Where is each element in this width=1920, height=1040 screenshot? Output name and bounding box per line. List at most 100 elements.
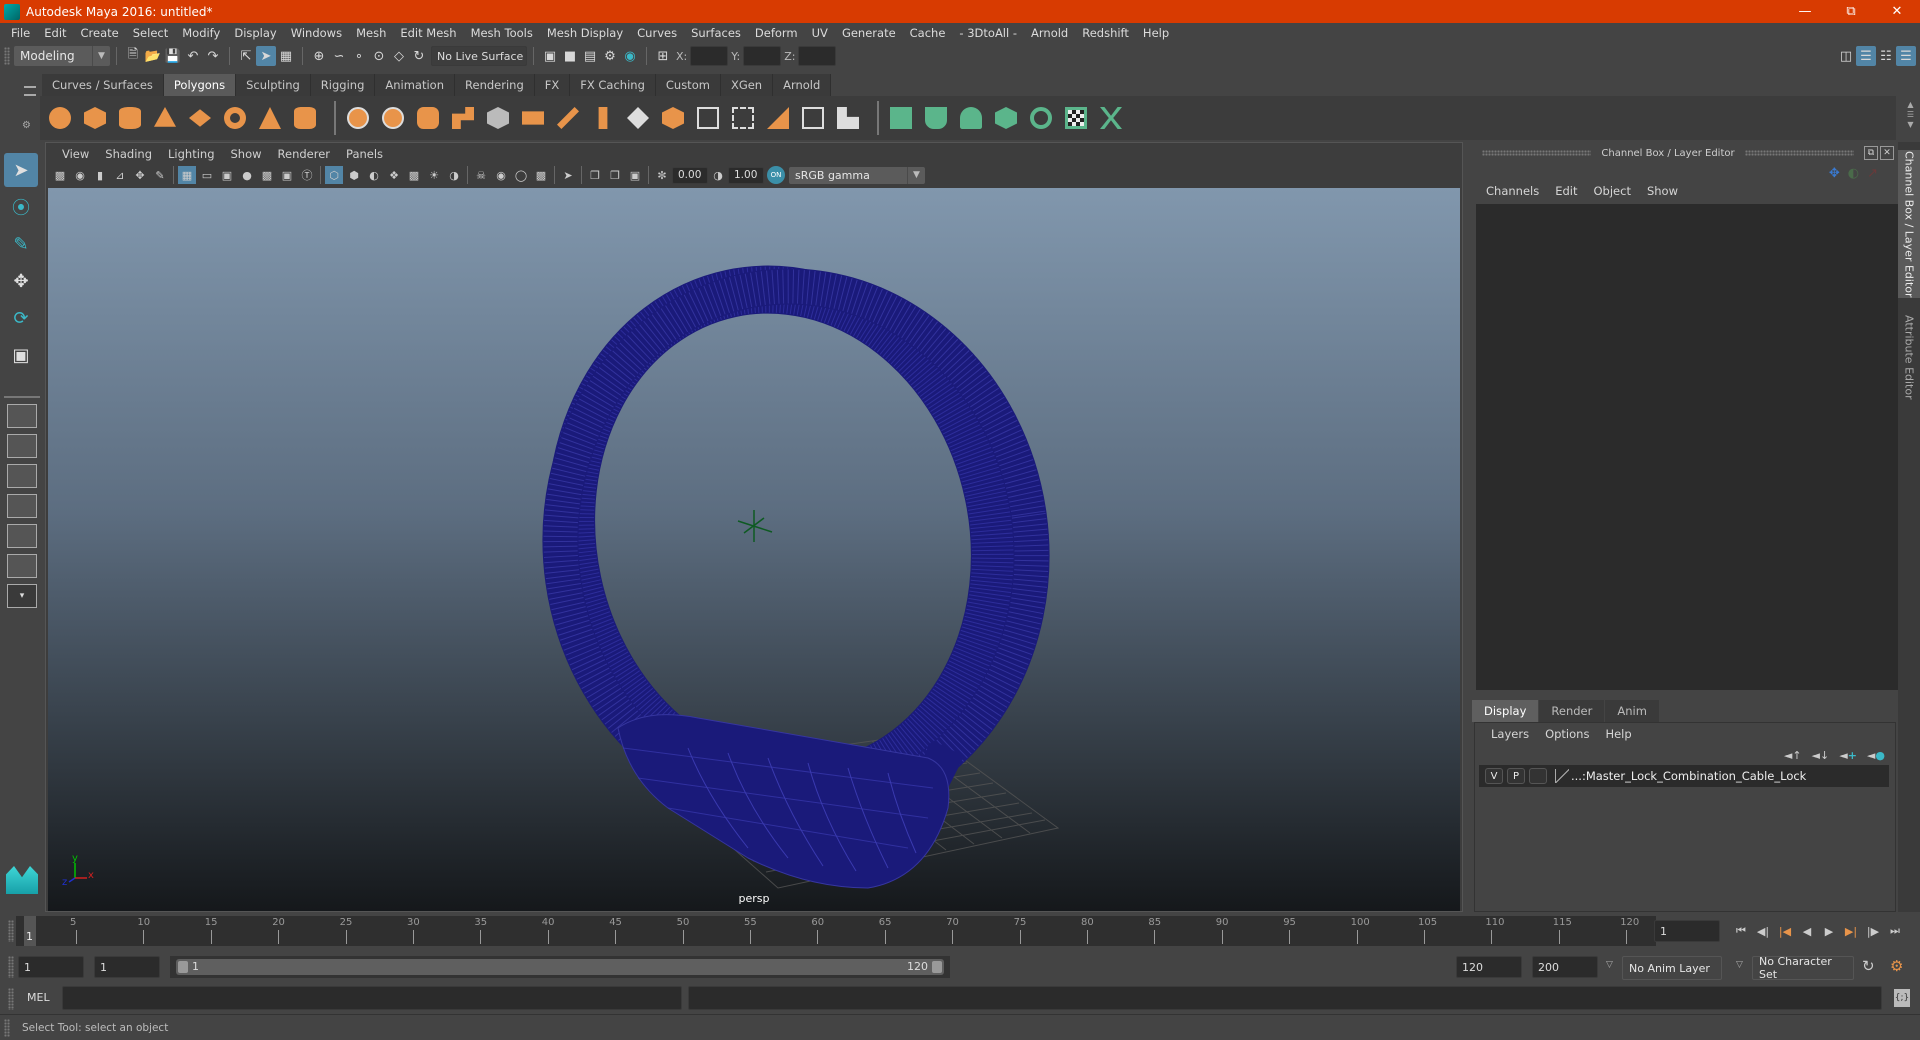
automatic-mapping-icon[interactable] bbox=[992, 104, 1020, 132]
range-slider-grip[interactable] bbox=[8, 956, 14, 978]
ipr-render-icon[interactable]: ▤ bbox=[580, 46, 600, 66]
anti-aliasing-icon[interactable]: ◯ bbox=[512, 166, 530, 184]
bookmark-icon[interactable]: ▮ bbox=[91, 166, 109, 184]
shelf-tab-rigging[interactable]: Rigging bbox=[310, 74, 376, 96]
mel-command-input[interactable] bbox=[62, 986, 682, 1010]
shelf-tab-custom[interactable]: Custom bbox=[655, 74, 721, 96]
poly-torus-icon[interactable] bbox=[221, 104, 249, 132]
gate-mask-icon[interactable]: ● bbox=[238, 166, 256, 184]
snap-view-plane-icon[interactable]: ◇ bbox=[389, 46, 409, 66]
layer-menu-help[interactable]: Help bbox=[1597, 727, 1639, 741]
perspective-viewport[interactable]: y x z persp bbox=[48, 188, 1460, 911]
select-camera-icon[interactable]: ▩ bbox=[51, 166, 69, 184]
menu-curves[interactable]: Curves bbox=[630, 26, 684, 40]
rotate-tool-icon[interactable]: ⟳ bbox=[4, 301, 38, 335]
shelf-scroll-down-icon[interactable]: ▼ bbox=[1907, 120, 1914, 130]
channel-box-toggle-icon[interactable]: ☰ bbox=[1896, 46, 1916, 66]
wireframe-on-shaded-icon[interactable]: ◐ bbox=[365, 166, 383, 184]
menu-mesh-tools[interactable]: Mesh Tools bbox=[464, 26, 540, 40]
safe-action-icon[interactable]: ▣ bbox=[278, 166, 296, 184]
smooth-shade-icon[interactable]: ⬢ bbox=[345, 166, 363, 184]
side-tab-channel-box[interactable]: Channel Box / Layer Editor bbox=[1898, 150, 1920, 298]
hypershade-icon[interactable]: ◉ bbox=[620, 46, 640, 66]
shelf-tab-fx[interactable]: FX bbox=[534, 74, 571, 96]
attribute-editor-toggle-icon[interactable]: ☰ bbox=[1856, 46, 1876, 66]
layer-menu-options[interactable]: Options bbox=[1537, 727, 1597, 741]
exposure-icon[interactable]: ✼ bbox=[653, 166, 671, 184]
range-start-handle[interactable] bbox=[178, 961, 188, 973]
manipulator-icon[interactable]: ✥ bbox=[1829, 166, 1840, 181]
layer-tab-anim[interactable]: Anim bbox=[1605, 700, 1659, 722]
target-weld-icon[interactable] bbox=[764, 104, 792, 132]
paint-select-tool-icon[interactable]: ✎ bbox=[4, 227, 38, 261]
make-live-icon[interactable]: ↻ bbox=[409, 46, 429, 66]
playback-start-input[interactable]: 1 bbox=[94, 956, 160, 978]
time-slider-bar[interactable]: 1 5 10 15 20 25 30 35 40 45 50 55 60 65 70 75 80 85 90 95 1… bbox=[16, 916, 1656, 946]
gamma-icon[interactable]: ◑ bbox=[709, 166, 727, 184]
z-input[interactable] bbox=[798, 46, 837, 66]
snap-curve-icon[interactable]: ∽ bbox=[329, 46, 349, 66]
poly-pipe-icon[interactable] bbox=[291, 104, 319, 132]
drag-grip[interactable] bbox=[1744, 150, 1855, 156]
xray-active-icon[interactable]: ❐ bbox=[606, 166, 624, 184]
viewport-menu-view[interactable]: View bbox=[54, 147, 97, 161]
menu-3dtoall[interactable]: - 3DtoAll - bbox=[952, 26, 1024, 40]
layer-playback-toggle[interactable]: P bbox=[1507, 768, 1525, 784]
fill-hole-icon[interactable] bbox=[694, 104, 722, 132]
layer-tab-display[interactable]: Display bbox=[1472, 700, 1539, 722]
layer-row[interactable]: V P ...:Master_Lock_Combination_Cable_Lo… bbox=[1479, 765, 1889, 787]
step-forward-frame-icon[interactable]: |▶ bbox=[1862, 920, 1884, 942]
menu-edit[interactable]: Edit bbox=[37, 26, 73, 40]
safe-title-icon[interactable]: Ⓣ bbox=[298, 166, 316, 184]
anim-layer-dropdown[interactable]: No Anim Layer bbox=[1622, 956, 1722, 980]
command-language-label[interactable]: MEL bbox=[27, 991, 50, 1004]
planar-mapping-icon[interactable] bbox=[887, 104, 915, 132]
extrude-icon[interactable] bbox=[589, 104, 617, 132]
menu-generate[interactable]: Generate bbox=[835, 26, 903, 40]
shelf-tab-curves-surfaces[interactable]: Curves / Surfaces bbox=[42, 74, 164, 96]
script-editor-icon[interactable]: {;} bbox=[1894, 989, 1910, 1007]
quad-draw-icon[interactable] bbox=[834, 104, 862, 132]
character-set-menu-icon[interactable]: ▽ bbox=[1736, 960, 1743, 970]
new-layer-selected-icon[interactable]: ◄● bbox=[1867, 749, 1885, 762]
layer-tab-render[interactable]: Render bbox=[1539, 700, 1605, 722]
save-scene-icon[interactable]: 💾 bbox=[163, 46, 183, 66]
move-tool-icon[interactable]: ✥ bbox=[4, 264, 38, 298]
viewport-menu-lighting[interactable]: Lighting bbox=[160, 147, 222, 161]
menu-edit-mesh[interactable]: Edit Mesh bbox=[393, 26, 463, 40]
channel-box-content[interactable] bbox=[1476, 204, 1898, 690]
select-component-icon[interactable]: ▦ bbox=[276, 46, 296, 66]
unfold-icon[interactable] bbox=[1027, 104, 1055, 132]
menu-mesh-display[interactable]: Mesh Display bbox=[540, 26, 630, 40]
motion-blur-icon[interactable]: ◉ bbox=[492, 166, 510, 184]
select-object-icon[interactable]: ➤ bbox=[256, 46, 276, 66]
redo-icon[interactable]: ↷ bbox=[203, 46, 223, 66]
use-all-lights-icon[interactable]: ☀ bbox=[425, 166, 443, 184]
backface-culling-icon[interactable]: ▣ bbox=[626, 166, 644, 184]
poly-pyramid-icon[interactable] bbox=[256, 104, 284, 132]
bridge-icon[interactable] bbox=[554, 104, 582, 132]
character-set-dropdown[interactable]: No Character Set bbox=[1752, 955, 1854, 981]
menu-uv[interactable]: UV bbox=[805, 26, 835, 40]
attribute-slider-icon[interactable]: ↗ bbox=[1867, 166, 1878, 181]
shelf-menu-down-icon[interactable]: ☰ bbox=[1907, 110, 1914, 120]
step-forward-key-icon[interactable]: ▶| bbox=[1840, 920, 1862, 942]
2d-pan-zoom-icon[interactable]: ✥ bbox=[131, 166, 149, 184]
menuset-dropdown[interactable]: Modeling ▼ bbox=[14, 46, 110, 66]
lasso-tool-icon[interactable]: ⦿ bbox=[4, 190, 38, 224]
channel-box-menu-object[interactable]: Object bbox=[1586, 184, 1639, 198]
connect-icon[interactable] bbox=[799, 104, 827, 132]
append-to-polygon-icon[interactable] bbox=[659, 104, 687, 132]
x-input[interactable] bbox=[690, 46, 729, 66]
xray-icon[interactable]: ❖ bbox=[385, 166, 403, 184]
layer-menu-layers[interactable]: Layers bbox=[1483, 727, 1537, 741]
poly-cylinder-icon[interactable] bbox=[116, 104, 144, 132]
side-tab-attribute-editor[interactable]: Attribute Editor bbox=[1898, 302, 1920, 412]
image-plane-icon[interactable]: ⊿ bbox=[111, 166, 129, 184]
viewport-menu-shading[interactable]: Shading bbox=[97, 147, 160, 161]
menu-select[interactable]: Select bbox=[126, 26, 175, 40]
poly-cube-icon[interactable] bbox=[81, 104, 109, 132]
go-to-end-icon[interactable]: ⏭ bbox=[1884, 920, 1906, 942]
menu-surfaces[interactable]: Surfaces bbox=[684, 26, 748, 40]
viewport-menu-renderer[interactable]: Renderer bbox=[270, 147, 339, 161]
